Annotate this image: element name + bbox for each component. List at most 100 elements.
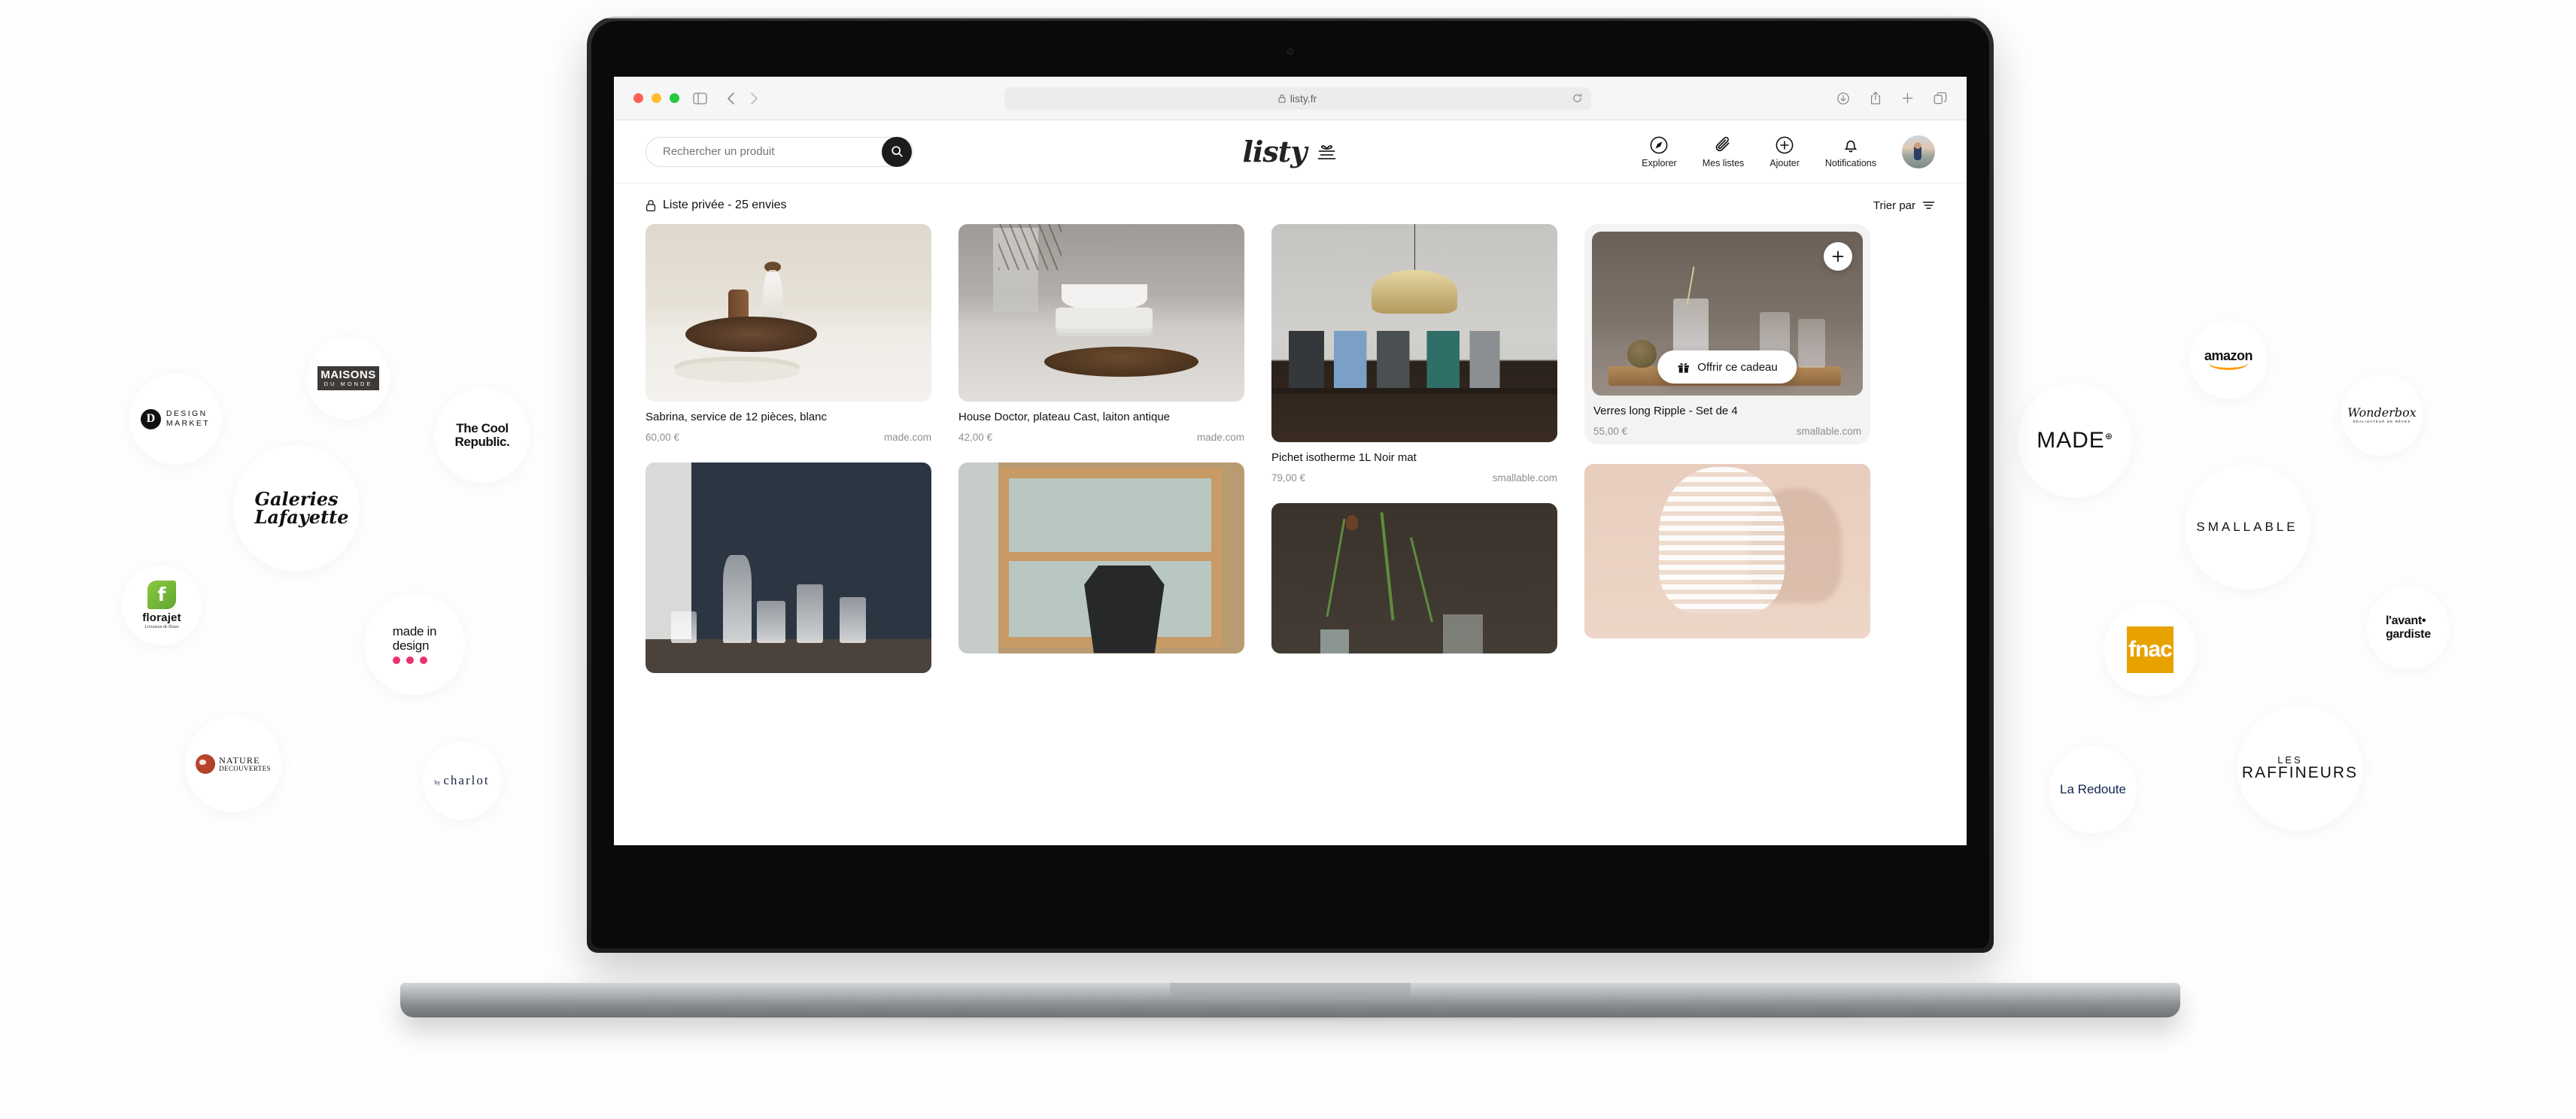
avatar[interactable] [1902, 135, 1935, 168]
page-title: Liste privée - 25 envies [663, 199, 787, 211]
product-price: 79,00 € [1271, 472, 1306, 484]
product-grid: Sabrina, service de 12 pièces, blanc 60,… [614, 220, 1967, 673]
brand-label: The Cool Republic. [454, 420, 510, 449]
product-image[interactable] [646, 224, 931, 402]
brand-label: l'avant• [2386, 614, 2426, 628]
listy-logo[interactable]: listy [1243, 135, 1338, 168]
primary-nav: Explorer Mes listes Ajouter Notification… [1642, 135, 1935, 168]
tab-overview-icon[interactable] [1934, 92, 1947, 105]
compass-icon [1649, 135, 1669, 155]
nav-item-explorer[interactable]: Explorer [1642, 135, 1677, 168]
brand-label: made in [392, 624, 437, 639]
add-to-list-button[interactable] [1824, 242, 1852, 271]
forward-chevron-icon[interactable] [750, 92, 758, 105]
app-header: listy [614, 120, 1967, 183]
nav-label: Ajouter [1769, 157, 1800, 168]
close-window-button[interactable] [633, 93, 643, 103]
brand-bubble-nature-et-decouvertes[interactable]: NATURE DECOUVERTES [185, 716, 281, 812]
product-card-selected[interactable]: Offrir ce cadeau Verres long Ripple - Se… [1584, 224, 1870, 444]
product-price: 60,00 € [646, 431, 680, 443]
product-image[interactable] [1271, 502, 1557, 654]
url-text: listy.fr [1290, 92, 1317, 105]
product-card[interactable] [1271, 502, 1557, 654]
plus-circle-icon [1775, 135, 1794, 155]
brand-label: NATURE [219, 754, 260, 766]
list-header: Liste privée - 25 envies Trier par [614, 183, 1967, 220]
filter-icon [1922, 200, 1935, 211]
bell-icon [1841, 135, 1861, 155]
design-market-mark: D [140, 408, 161, 429]
nav-item-mes-listes[interactable]: Mes listes [1703, 135, 1744, 168]
webcam [1286, 48, 1294, 55]
product-card[interactable] [958, 462, 1244, 654]
product-site: made.com [1196, 431, 1244, 443]
sidebar-icon[interactable] [693, 92, 707, 105]
brand-label: RAFFINEURS [2241, 764, 2359, 781]
search-button[interactable] [882, 136, 912, 167]
product-card[interactable]: Sabrina, service de 12 pièces, blanc 60,… [646, 224, 931, 443]
product-image[interactable] [646, 462, 931, 673]
zoom-window-button[interactable] [670, 93, 679, 103]
brand-bubble-by-charlot[interactable]: by charlot [423, 741, 501, 820]
fnac-square-icon: fnac [2127, 626, 2174, 673]
new-tab-icon[interactable] [1901, 92, 1914, 105]
nav-item-ajouter[interactable]: Ajouter [1769, 135, 1800, 168]
brand-bubble-amazon[interactable]: amazon [2189, 320, 2268, 399]
brand-bubble-the-cool-republic[interactable]: The Cool Republic. [435, 388, 530, 483]
laptop-lid: listy.fr Rechercher un produit listy Exp… [587, 17, 1994, 953]
nav-item-notifications[interactable]: Notifications [1825, 135, 1876, 168]
product-card[interactable]: House Doctor, plateau Cast, laiton antiq… [958, 224, 1244, 443]
product-image[interactable] [958, 224, 1244, 402]
brand-bubble-galeries-lafayette[interactable]: Galeries Lafayette [233, 445, 360, 572]
search-input-wrapper[interactable] [646, 136, 913, 167]
product-card[interactable] [646, 462, 931, 673]
laptop-mockup: listy.fr Rechercher un produit listy Exp… [400, 17, 2180, 1022]
product-card[interactable]: Pichet isotherme 1L Noir mat 79,00 € sma… [1271, 224, 1557, 484]
product-image[interactable] [1584, 463, 1870, 638]
brand-bubble-la-redoute[interactable]: La Redoute [2049, 746, 2137, 833]
product-price: 55,00 € [1593, 425, 1628, 437]
sort-control[interactable]: Trier par [1873, 199, 1935, 212]
offer-gift-button[interactable]: Offrir ce cadeau [1657, 350, 1797, 384]
gift-icon [1315, 141, 1338, 163]
grid-column-1: Sabrina, service de 12 pièces, blanc 60,… [646, 224, 931, 673]
product-site: smallable.com [1492, 472, 1557, 484]
product-card[interactable] [1584, 463, 1870, 638]
search-input[interactable] [663, 145, 851, 158]
minimize-window-button[interactable] [652, 93, 661, 103]
brand-label: charlot [443, 772, 490, 787]
brand-bubble-made-in-design[interactable]: made in design [364, 594, 465, 695]
brand-bubble-made[interactable]: MADE⊕ [2018, 384, 2132, 498]
brand-bubble-lavant-gardiste[interactable]: l'avant• gardiste [2367, 587, 2450, 669]
made-in-design-dots [392, 656, 436, 664]
brand-bubble-smallable[interactable]: SMALLABLE [2185, 465, 2310, 590]
brand-bubble-les-raffineurs[interactable]: LES RAFFINEURS [2237, 705, 2362, 830]
product-image[interactable] [1271, 224, 1557, 442]
window-controls[interactable] [633, 93, 679, 103]
reload-icon[interactable] [1572, 93, 1582, 103]
nav-label: Explorer [1642, 157, 1677, 168]
product-title: Pichet isotherme 1L Noir mat [1271, 451, 1417, 464]
brand-label: DECOUVERTES [219, 764, 271, 772]
brand-label: Lafayette [254, 506, 349, 528]
amazon-smile-icon [2209, 362, 2248, 371]
product-image[interactable] [958, 462, 1244, 654]
product-title: House Doctor, plateau Cast, laiton antiq… [958, 411, 1171, 423]
brand-bubble-florajet[interactable]: f florajet Livraison de fleurs [122, 566, 202, 645]
lock-icon [646, 199, 656, 212]
brand-bubble-maisons-du-monde[interactable]: MAISONS DU MONDE [307, 337, 390, 420]
laptop-base [400, 983, 2180, 1017]
nature-globe-icon [196, 754, 216, 774]
brand-bubble-fnac[interactable]: fnac [2104, 603, 2197, 696]
share-icon[interactable] [1870, 91, 1882, 105]
downloads-icon[interactable] [1836, 92, 1850, 105]
product-price: 42,00 € [958, 431, 993, 443]
product-image[interactable]: Offrir ce cadeau [1592, 232, 1863, 396]
address-bar[interactable]: listy.fr [1004, 86, 1591, 110]
brand-bubble-design-market[interactable]: D DESIGN MARKET [129, 373, 221, 465]
grid-column-4: Offrir ce cadeau Verres long Ripple - Se… [1584, 224, 1870, 638]
back-chevron-icon[interactable] [727, 92, 735, 105]
brand-bubble-wonderbox[interactable]: Wonderbox RÉALISATEUR DE RÊVES [2341, 375, 2423, 456]
safari-toolbar: listy.fr [614, 77, 1967, 120]
nav-label: Notifications [1824, 157, 1876, 168]
